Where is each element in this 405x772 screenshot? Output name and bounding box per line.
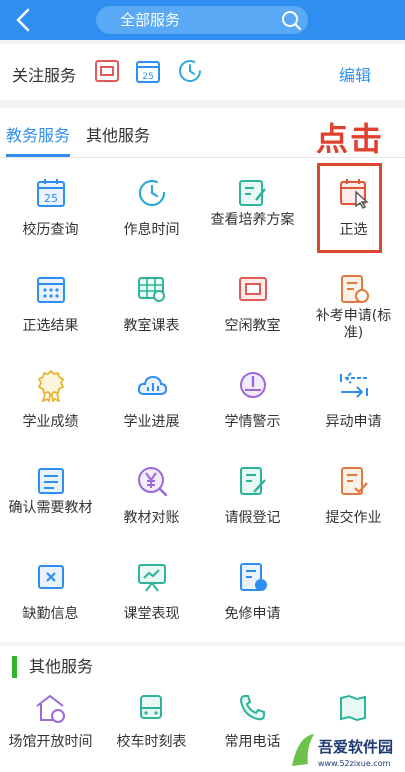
service-label: 查看培养方案: [210, 212, 295, 228]
top-bar: 全部服务: [0, 0, 405, 40]
service-academic-warning[interactable]: 学情警示: [202, 350, 303, 446]
warning-gauge-icon: [240, 372, 266, 398]
service-class-performance[interactable]: 课堂表现: [101, 542, 202, 638]
clock-icon[interactable]: [175, 56, 205, 86]
service-label: 场馆开放时间: [8, 734, 93, 750]
edit-document-icon: [239, 180, 266, 206]
service-label: 教室课表: [123, 318, 180, 334]
award-icon: [37, 369, 65, 402]
service-textbook-billing[interactable]: 教材对账: [101, 446, 202, 542]
followed-services-bar: 关注服务 25 编辑: [0, 44, 405, 100]
service-exemption-application[interactable]: 免修申请: [202, 542, 303, 638]
service-label: 确认需要教材: [8, 500, 93, 516]
service-confirm-textbooks[interactable]: 确认需要教材: [0, 446, 101, 542]
followed-services-label: 关注服务: [12, 66, 77, 85]
service-label: 免修申请: [224, 606, 281, 622]
calendar-25-icon: 25: [37, 179, 65, 207]
exemption-icon: [240, 563, 267, 591]
calendar-grid-icon: [37, 277, 65, 303]
yen-icon: [138, 467, 168, 497]
service-makeup-exam[interactable]: 补考申请(标准): [303, 254, 404, 350]
cloud-chart-icon: [137, 375, 168, 395]
tab-academic-services[interactable]: 教务服务: [6, 122, 70, 146]
bus-icon: [140, 695, 162, 719]
service-calendar-query[interactable]: 25 校历查询: [0, 158, 101, 254]
service-submit-homework[interactable]: 提交作业: [303, 446, 404, 542]
watermark-brand: 吾爱软件园: [318, 738, 393, 756]
textbook-icon: [38, 468, 64, 494]
click-highlight-box: [317, 163, 382, 253]
service-selection-result[interactable]: 正选结果: [0, 254, 101, 350]
transfer-arrows-icon: [340, 372, 368, 398]
other-services-title: 其他服务: [12, 656, 93, 678]
watermark-logo: 吾爱软件园 www.52zixue.com: [284, 728, 405, 772]
service-label: 校历查询: [22, 222, 79, 238]
phone-icon: [239, 695, 265, 721]
venue-clock-icon: [36, 694, 65, 723]
absence-icon: [38, 565, 64, 589]
submit-homework-icon: [341, 467, 368, 495]
service-academic-progress[interactable]: 学业进展: [101, 350, 202, 446]
search-label: 全部服务: [120, 11, 181, 29]
service-label: 异动申请: [325, 414, 382, 430]
makeup-exam-icon: [341, 275, 369, 303]
service-label: 学业成绩: [22, 414, 79, 430]
edit-button[interactable]: 编辑: [339, 62, 371, 86]
service-absence-info[interactable]: 缺勤信息: [0, 542, 101, 638]
service-label: 正选结果: [22, 318, 79, 334]
watermark-url: www.52zixue.com: [318, 759, 391, 768]
service-label: 空闲教室: [224, 318, 281, 334]
service-label: 教材对账: [123, 510, 180, 526]
service-label: 请假登记: [224, 510, 281, 526]
calendar-25-icon[interactable]: 25: [133, 56, 163, 86]
search-icon[interactable]: [280, 9, 302, 31]
service-classroom-timetable[interactable]: 教室课表: [101, 254, 202, 350]
service-label: 学情警示: [224, 414, 281, 430]
search-bar[interactable]: 全部服务: [96, 6, 308, 34]
service-bus-timetable[interactable]: 校车时刻表: [101, 686, 202, 772]
service-label: 校车时刻表: [116, 734, 187, 750]
clock-icon: [138, 179, 166, 207]
click-annotation: 点击: [316, 120, 385, 158]
class-performance-icon: [138, 564, 166, 592]
empty-room-icon[interactable]: [92, 56, 122, 86]
service-schedule-time[interactable]: 作息时间: [101, 158, 202, 254]
back-arrow-icon[interactable]: [10, 6, 38, 34]
service-leave-registration[interactable]: 请假登记: [202, 446, 303, 542]
tab-other-services[interactable]: 其他服务: [86, 122, 150, 146]
classroom-table-icon: [138, 277, 165, 302]
active-tab-indicator: [6, 154, 70, 157]
leave-register-icon: [240, 467, 266, 495]
service-academic-grades[interactable]: 学业成绩: [0, 350, 101, 446]
service-label: 学业进展: [123, 414, 180, 430]
service-training-plan[interactable]: 查看培养方案: [202, 158, 303, 254]
empty-room-icon: [239, 277, 267, 301]
service-venue-hours[interactable]: 场馆开放时间: [0, 686, 101, 772]
service-label: 补考申请(标准): [315, 308, 392, 341]
service-status-change[interactable]: 异动申请: [303, 350, 404, 446]
service-free-classroom[interactable]: 空闲教室: [202, 254, 303, 350]
calendar-number: 25: [44, 192, 58, 205]
service-label: 作息时间: [123, 222, 180, 238]
service-label: 课堂表现: [123, 606, 180, 622]
service-label: 提交作业: [325, 510, 382, 526]
calendar-number: 25: [142, 72, 153, 82]
map-icon: [340, 694, 366, 722]
service-label: 缺勤信息: [22, 606, 79, 622]
